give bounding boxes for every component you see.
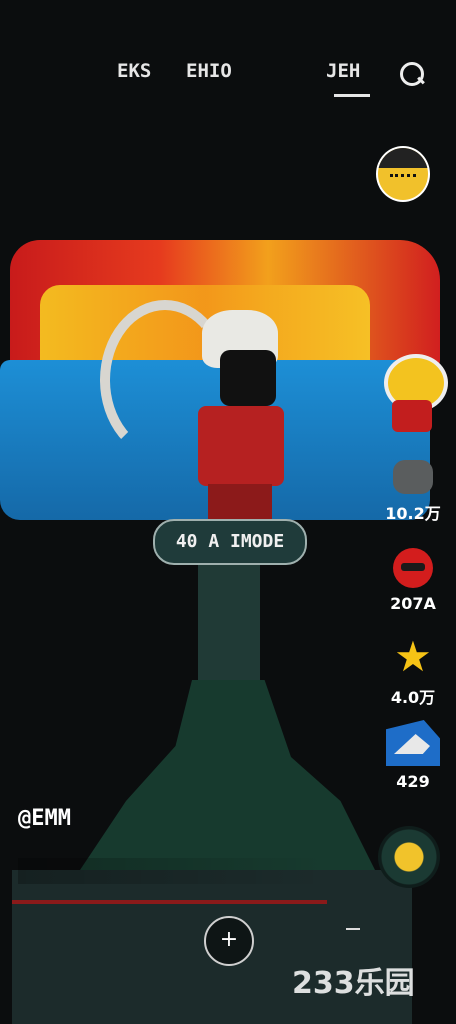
music-disc-icon[interactable] [378, 826, 440, 888]
hero-face [220, 350, 276, 406]
comment-button[interactable]: 207A [378, 548, 448, 613]
share-count: 429 [396, 772, 430, 791]
minifigure-hero [190, 310, 290, 520]
active-tab-indicator [334, 94, 370, 97]
author-handle[interactable]: @EMM [18, 806, 71, 831]
nav-me[interactable] [346, 928, 360, 930]
hero-body [198, 406, 284, 486]
watermark-logo: 233乐园 [292, 966, 415, 1001]
status-bar [0, 14, 456, 32]
avatar-cap [378, 148, 428, 168]
tab-4-active[interactable]: JEH [326, 60, 360, 82]
sign-board: 40 A IMODE [153, 519, 307, 565]
like-icon [393, 460, 433, 494]
minifigure-torso [392, 400, 432, 432]
like-count: 10.2万 [385, 504, 441, 523]
author-avatar[interactable] [376, 146, 430, 202]
share-icon [386, 720, 440, 766]
sign-text: 40 A IMODE [175, 531, 285, 552]
tab-2[interactable]: EHIO [186, 60, 232, 82]
star-icon: ★ [394, 632, 432, 681]
video-caption[interactable] [18, 858, 328, 884]
create-plus-icon[interactable] [204, 916, 254, 966]
avatar-eyes [390, 174, 416, 185]
hero-legs [208, 484, 272, 520]
minifigure-avatar[interactable] [378, 354, 448, 434]
like-button[interactable]: 10.2万 [378, 460, 448, 524]
comment-count: 207A [390, 594, 436, 613]
tab-1[interactable]: EKS [117, 60, 151, 82]
favorite-button[interactable]: ★ 4.0万 [378, 636, 448, 708]
top-tabs: EKS EHIO JEH [0, 60, 456, 97]
search-icon[interactable] [400, 62, 425, 86]
share-button[interactable]: 429 [378, 720, 448, 791]
comment-icon [393, 548, 433, 588]
favorite-count: 4.0万 [390, 688, 436, 707]
red-shelf-line [12, 900, 327, 904]
